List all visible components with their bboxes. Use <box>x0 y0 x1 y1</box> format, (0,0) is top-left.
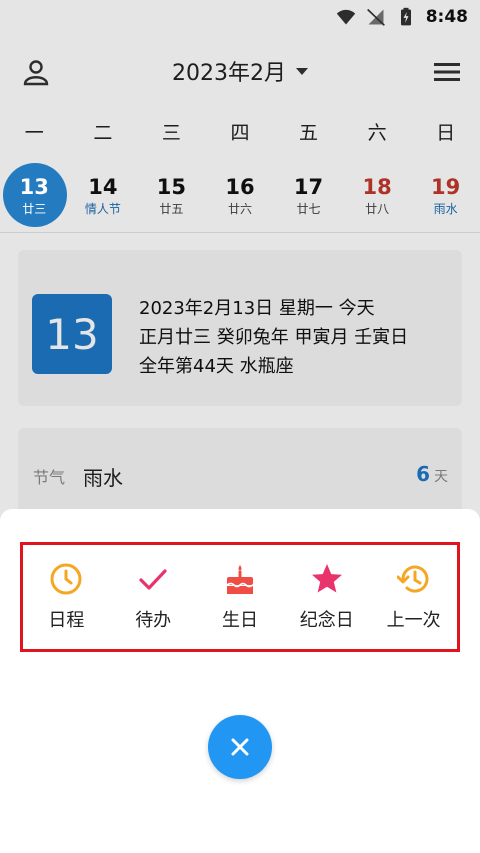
action-label: 日程 <box>48 610 85 631</box>
cake-icon <box>226 565 254 594</box>
history-icon <box>396 565 429 593</box>
action-last-time[interactable]: 上一次 <box>372 562 456 632</box>
star-icon <box>311 564 342 593</box>
close-icon <box>231 738 249 756</box>
action-label: 上一次 <box>386 610 441 631</box>
action-todo[interactable]: 待办 <box>111 562 195 632</box>
lunar-date: 廿三 <box>22 202 47 216</box>
date-number: 13 <box>19 175 49 199</box>
action-label: 纪念日 <box>299 610 354 631</box>
close-button[interactable] <box>208 715 272 779</box>
action-group: 日程 待办 生日 纪念日 上一次 <box>20 542 460 652</box>
action-schedule[interactable]: 日程 <box>24 562 108 632</box>
action-anniversary[interactable]: 纪念日 <box>285 562 369 632</box>
action-birthday[interactable]: 生日 <box>198 562 282 632</box>
add-event-sheet: 日程 待办 生日 纪念日 上一次 <box>0 509 480 853</box>
clock-icon <box>50 563 82 595</box>
action-label: 待办 <box>135 610 172 631</box>
action-label: 生日 <box>221 610 258 631</box>
check-icon <box>139 569 167 590</box>
